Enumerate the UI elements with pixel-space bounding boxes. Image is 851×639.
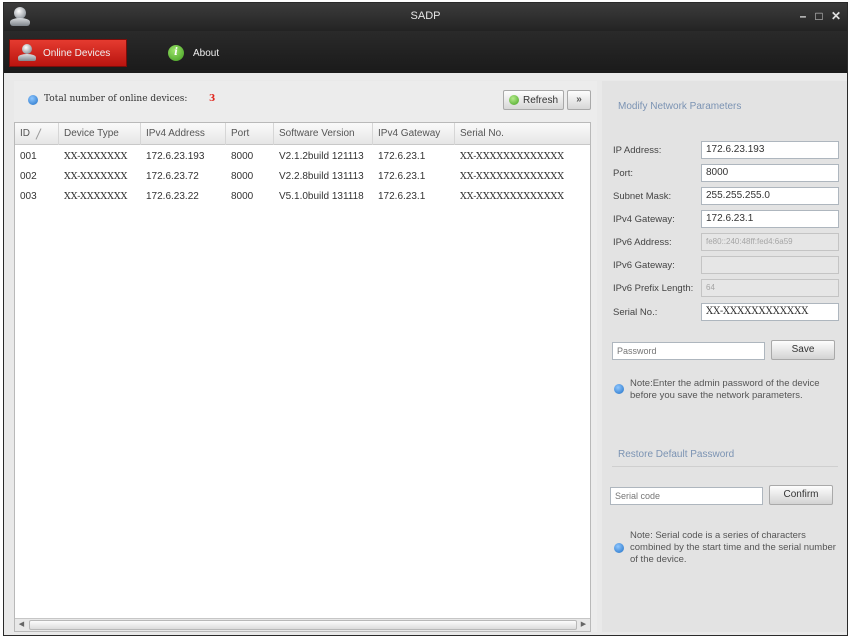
maximize-button[interactable]: □ <box>812 8 826 24</box>
ipv6-address-field: fe80::240:48ff:fed4:6a59 <box>701 233 839 251</box>
ip-address-field[interactable]: 172.6.23.193 <box>701 141 839 159</box>
cell-serial-no: XX-XXXXXXXXXXXXX <box>460 171 564 182</box>
table-header: ID Device Type IPv4 Address Port Softwar… <box>15 123 590 145</box>
ip-address-label: IP Address: <box>613 145 662 156</box>
port-field[interactable]: 8000 <box>701 164 839 182</box>
horizontal-scrollbar[interactable]: ◀ ▶ <box>15 618 590 631</box>
ipv6-prefix-length-field: 64 <box>701 279 839 297</box>
tab-bar: Online Devices i About <box>4 31 847 73</box>
subnet-mask-label: Subnet Mask: <box>613 191 672 202</box>
port-label: Port: <box>613 168 634 179</box>
tab-online-devices[interactable]: Online Devices <box>9 39 127 67</box>
cell-port: 8000 <box>231 151 254 162</box>
cell-serial-no: XX-XXXXXXXXXXXXX <box>460 151 564 162</box>
table-row[interactable]: 001 XX-XXXXXXX 172.6.23.193 8000 V2.1.2b… <box>15 147 590 166</box>
save-button[interactable]: Save <box>771 340 835 360</box>
sort-indicator-icon <box>35 128 42 140</box>
cell-device-type: XX-XXXXXXX <box>64 151 128 162</box>
device-list-pane: Total number of online devices: 3 Refres… <box>14 81 597 632</box>
subnet-mask-field[interactable]: 255.255.255.0 <box>701 187 839 205</box>
cell-device-type: XX-XXXXXXX <box>64 171 128 182</box>
cell-id: 001 <box>20 151 37 162</box>
cell-ipv4-address: 172.6.23.72 <box>146 171 199 182</box>
cell-serial-no: XX-XXXXXXXXXXXXX <box>460 191 564 202</box>
tab-about-label: About <box>193 47 220 59</box>
column-header-software-version[interactable]: Software Version <box>274 123 373 145</box>
ipv6-prefix-length-label: IPv6 Prefix Length: <box>613 283 694 294</box>
refresh-label: Refresh <box>522 94 558 106</box>
serial-code-input[interactable] <box>610 487 763 505</box>
tab-online-devices-label: Online Devices <box>43 47 111 59</box>
serial-no-label: Serial No.: <box>613 307 658 318</box>
column-header-serial-no[interactable]: Serial No. <box>455 123 590 145</box>
column-header-label: ID <box>20 128 30 139</box>
password-input[interactable] <box>612 342 765 360</box>
window-title: SADP <box>410 10 441 22</box>
cell-ipv4-gateway: 172.6.23.1 <box>378 151 426 162</box>
table-row[interactable]: 003 XX-XXXXXXX 172.6.23.22 8000 V5.1.0bu… <box>15 187 590 206</box>
device-table: ID Device Type IPv4 Address Port Softwar… <box>14 122 591 632</box>
info-icon <box>614 384 624 394</box>
serial-no-field[interactable]: XX-XXXXXXXXXXXX <box>701 303 839 321</box>
user-device-icon <box>18 44 36 62</box>
cell-device-type: XX-XXXXXXX <box>64 191 128 202</box>
title-bar[interactable]: SADP – □ ✕ <box>4 3 847 31</box>
column-header-ipv4-address[interactable]: IPv4 Address <box>141 123 226 145</box>
total-devices-count: 3 <box>209 94 216 104</box>
info-icon <box>614 543 624 553</box>
cell-software-version: V2.2.8build 131113 <box>279 171 364 182</box>
cell-port: 8000 <box>231 191 254 202</box>
cell-software-version: V2.1.2build 121113 <box>279 151 364 162</box>
cell-port: 8000 <box>231 171 254 182</box>
cell-id: 003 <box>20 191 37 202</box>
modify-parameters-title: Modify Network Parameters <box>618 101 742 112</box>
cell-id: 002 <box>20 171 37 182</box>
expand-panel-button[interactable]: » <box>567 90 591 110</box>
sadp-window: SADP – □ ✕ Online Devices i About Total … <box>3 2 848 636</box>
tab-about[interactable]: i About <box>160 39 250 67</box>
total-devices-label: Total number of online devices: <box>44 94 188 104</box>
scroll-right-arrow-icon[interactable]: ▶ <box>577 619 590 631</box>
minimize-button[interactable]: – <box>796 8 810 24</box>
cell-software-version: V5.1.0build 131118 <box>279 191 364 202</box>
info-icon <box>28 95 38 105</box>
ipv4-gateway-label: IPv4 Gateway: <box>613 214 675 225</box>
ipv6-address-label: IPv6 Address: <box>613 237 672 248</box>
column-header-id[interactable]: ID <box>15 123 59 145</box>
column-header-ipv4-gateway[interactable]: IPv4 Gateway <box>373 123 455 145</box>
table-row[interactable]: 002 XX-XXXXXXX 172.6.23.72 8000 V2.2.8bu… <box>15 167 590 186</box>
modify-parameters-pane: Modify Network Parameters IP Address: 17… <box>602 81 847 632</box>
ipv4-gateway-field[interactable]: 172.6.23.1 <box>701 210 839 228</box>
save-note: Note:Enter the admin password of the dev… <box>630 378 820 401</box>
ipv6-gateway-field <box>701 256 839 274</box>
cell-ipv4-address: 172.6.23.193 <box>146 151 205 162</box>
cell-ipv4-gateway: 172.6.23.1 <box>378 171 426 182</box>
refresh-button[interactable]: Refresh <box>503 90 564 110</box>
restore-password-title: Restore Default Password <box>618 449 735 460</box>
cell-ipv4-gateway: 172.6.23.1 <box>378 191 426 202</box>
column-header-device-type[interactable]: Device Type <box>59 123 141 145</box>
refresh-icon <box>508 95 519 105</box>
scroll-left-arrow-icon[interactable]: ◀ <box>15 619 28 631</box>
scrollbar-thumb[interactable] <box>29 620 577 630</box>
confirm-button[interactable]: Confirm <box>769 485 833 505</box>
section-divider <box>612 466 838 467</box>
cell-ipv4-address: 172.6.23.22 <box>146 191 199 202</box>
about-icon: i <box>168 45 184 61</box>
column-header-port[interactable]: Port <box>226 123 274 145</box>
close-button[interactable]: ✕ <box>829 8 843 24</box>
ipv6-gateway-label: IPv6 Gateway: <box>613 260 675 271</box>
serial-code-note: Note: Serial code is a series of charact… <box>630 530 836 565</box>
